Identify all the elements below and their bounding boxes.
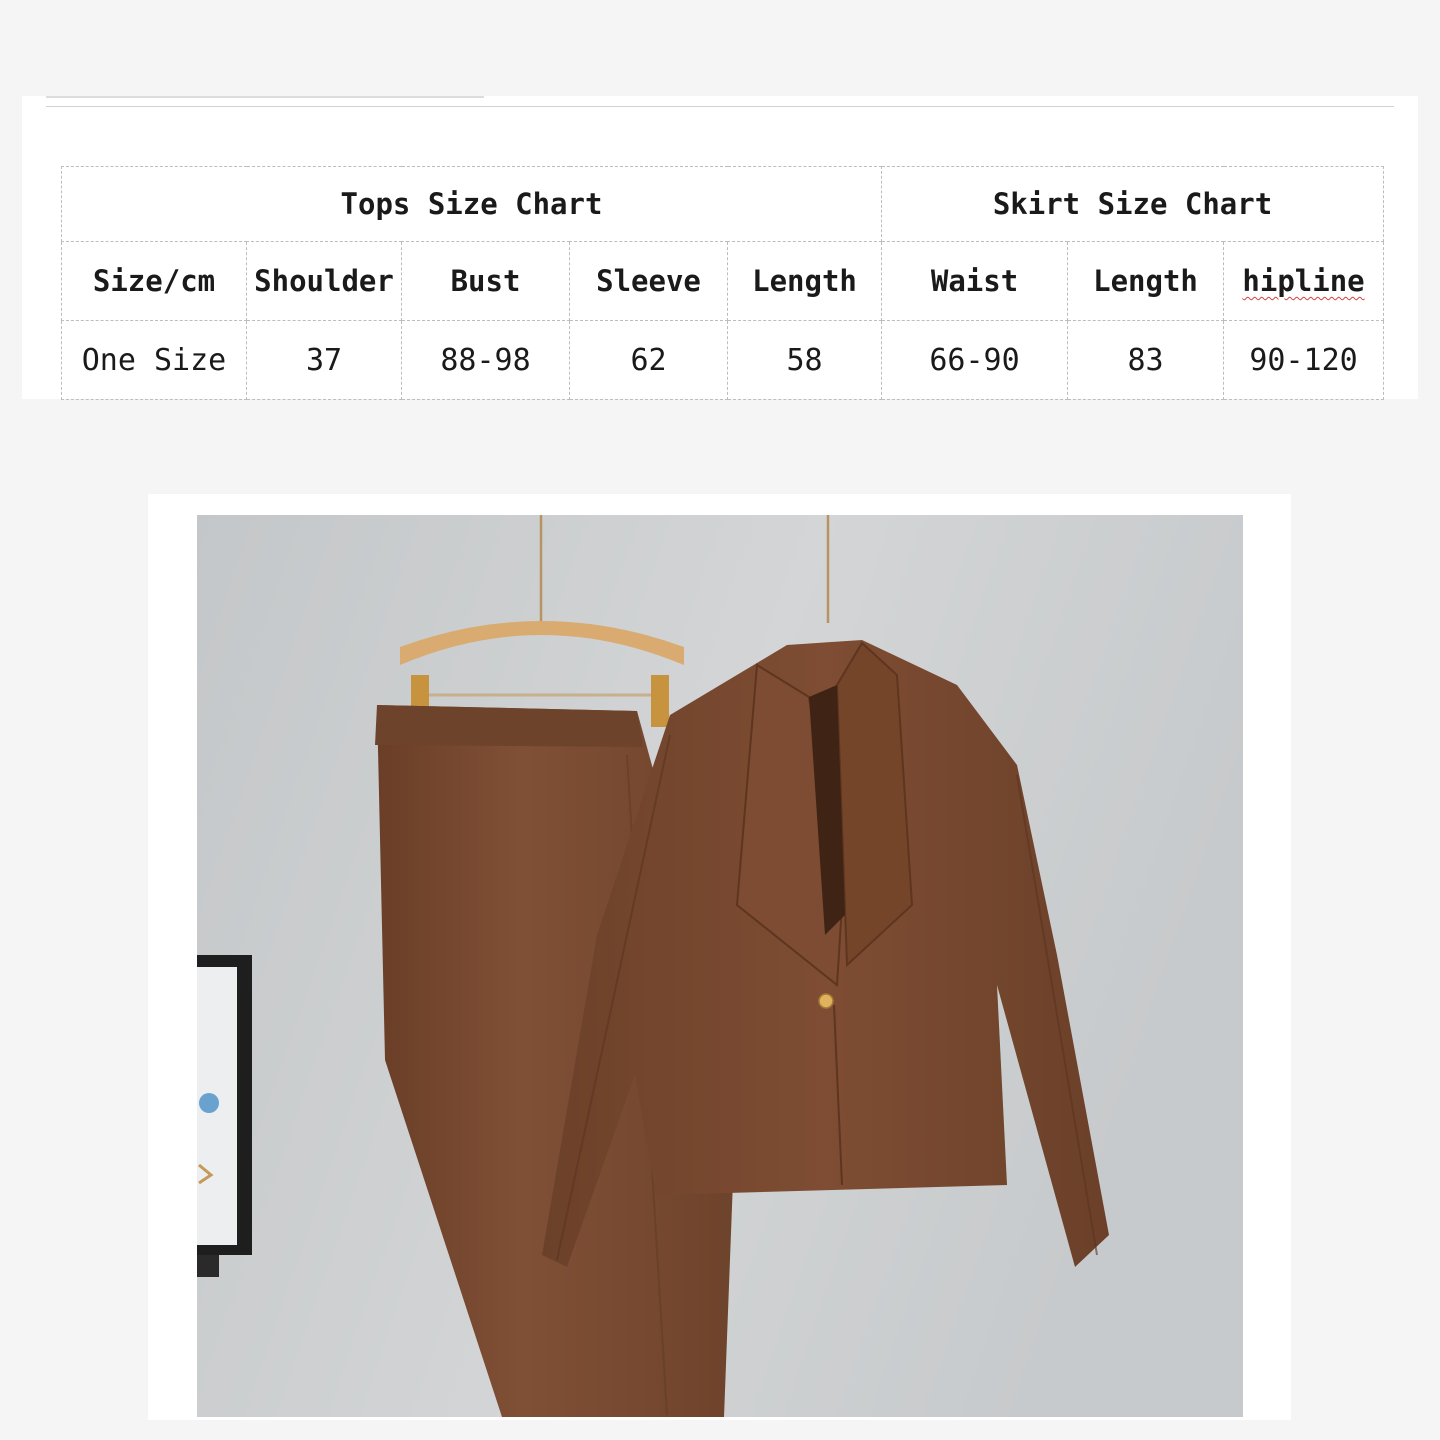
cell-skirt-length: 83 [1067, 320, 1225, 400]
header-size: Size/cm [61, 241, 247, 321]
cell-sleeve: 62 [569, 320, 728, 400]
header-row: Size/cm Shoulder Bust Sleeve Length Wais… [61, 241, 1385, 321]
cell-size: One Size [61, 320, 247, 400]
header-skirt-length: Length [1067, 241, 1225, 321]
header-hipline: hipline [1223, 241, 1385, 321]
header-waist: Waist [881, 241, 1069, 321]
jacket-button [818, 993, 834, 1009]
cell-hipline: 90-120 [1223, 320, 1385, 400]
tops-size-chart-title: Tops Size Chart [60, 166, 883, 242]
header-top-length: Length [726, 241, 883, 321]
cell-bust: 88-98 [401, 320, 570, 400]
header-bust: Bust [401, 241, 570, 321]
header-hipline-text: hipline [1242, 264, 1365, 298]
cell-shoulder: 37 [246, 320, 402, 400]
divider-line-short [46, 96, 484, 98]
header-shoulder: Shoulder [246, 241, 402, 321]
divider-line [46, 106, 1394, 107]
cell-top-length: 58 [726, 320, 883, 400]
header-sleeve: Sleeve [569, 241, 728, 321]
size-chart-table: Tops Size Chart Skirt Size Chart Size/cm… [60, 166, 1385, 400]
product-photo [197, 515, 1243, 1417]
cell-waist: 66-90 [881, 320, 1069, 400]
table-row: One Size 37 88-98 62 58 66-90 83 90-120 [61, 320, 1385, 400]
skirt-size-chart-title: Skirt Size Chart [881, 166, 1385, 242]
chart-title-row: Tops Size Chart Skirt Size Chart [60, 166, 1385, 242]
wall-frame [197, 955, 252, 1277]
